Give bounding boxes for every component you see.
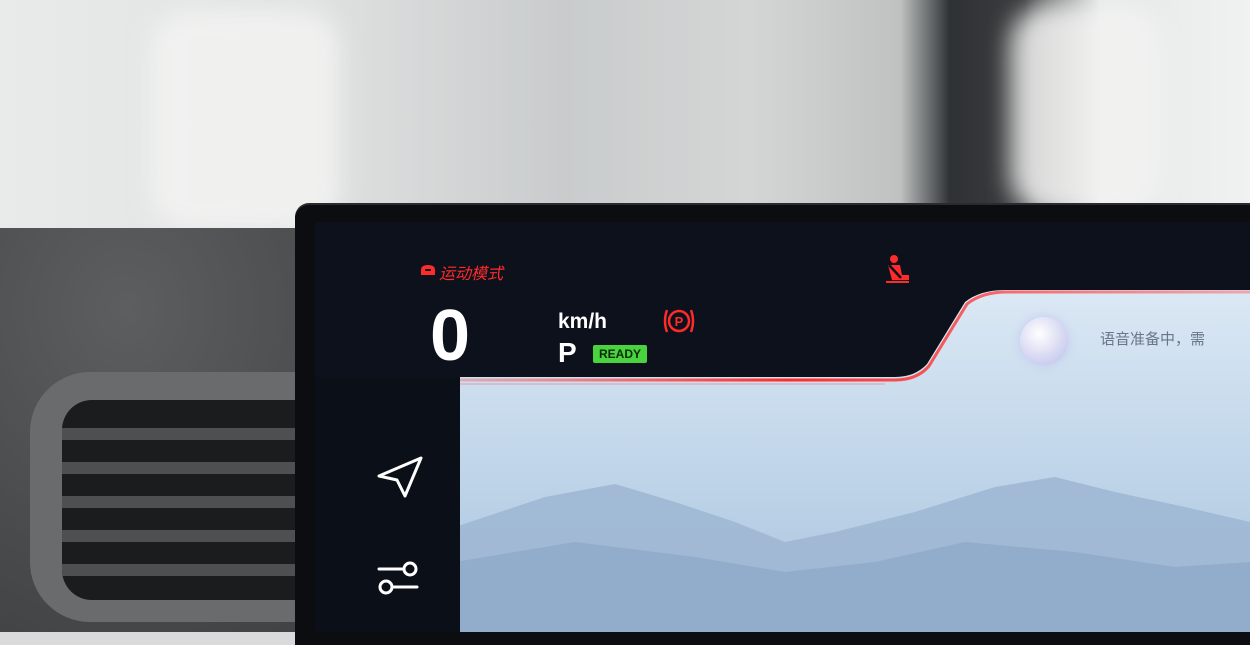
- seatbelt-warning-icon: [886, 255, 909, 283]
- speed-readout: 0: [430, 296, 471, 376]
- background-person: [1010, 5, 1160, 215]
- background-person: [150, 10, 340, 230]
- instrument-display: 运动模式 0 km/h P READY P 语音准备中，需: [315, 222, 1250, 632]
- drive-mode-icon: [421, 265, 435, 275]
- gear-indicator: P: [558, 337, 577, 368]
- navigation-arrow-icon[interactable]: [375, 454, 425, 500]
- drive-mode-label: 运动模式: [439, 264, 504, 283]
- speed-unit: km/h: [558, 310, 608, 333]
- settings-sliders-icon[interactable]: [373, 557, 423, 599]
- voice-assistant-avatar[interactable]: [1020, 317, 1068, 365]
- svg-text:P: P: [675, 314, 684, 329]
- parking-brake-icon: P: [663, 309, 695, 333]
- ready-badge: READY: [593, 345, 648, 363]
- voice-prompt-text: 语音准备中，需: [1100, 330, 1206, 348]
